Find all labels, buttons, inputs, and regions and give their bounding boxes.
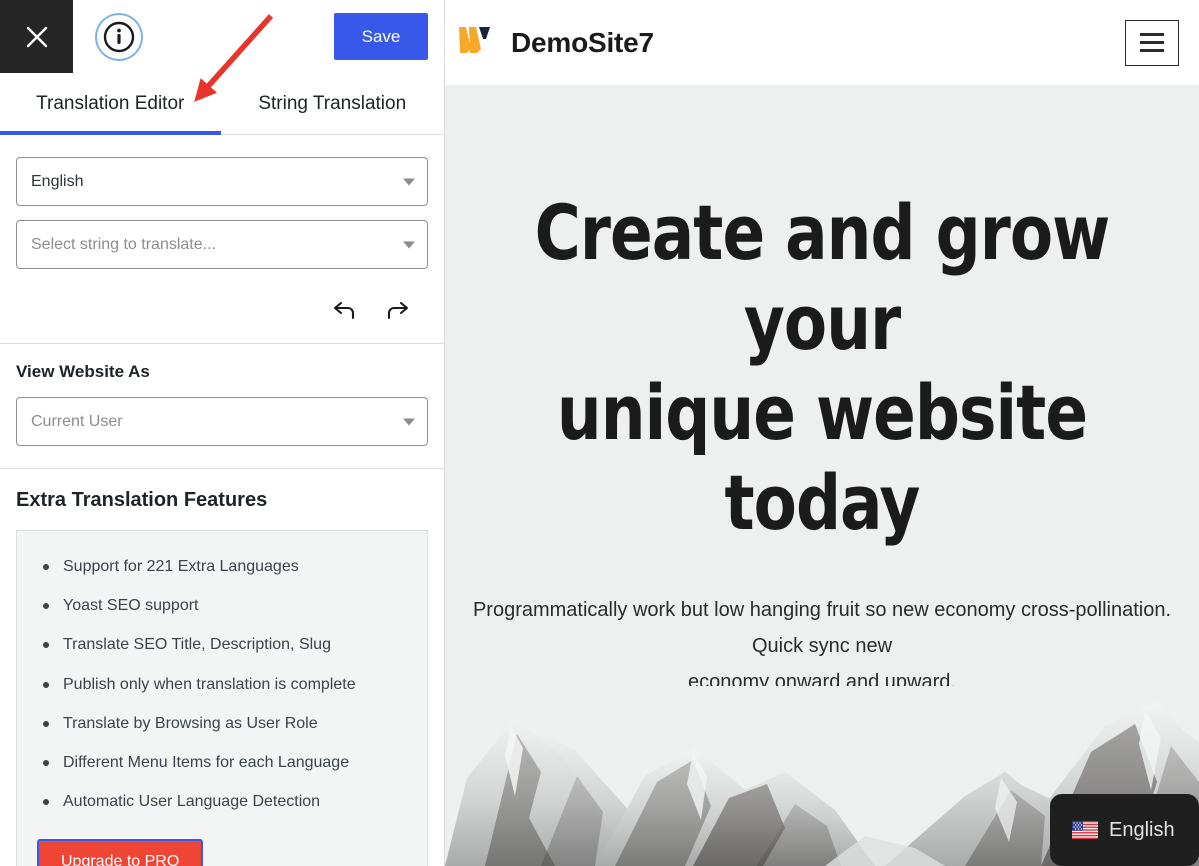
list-item: Yoast SEO support <box>37 596 407 615</box>
list-item: Translate SEO Title, Description, Slug <box>37 635 407 654</box>
w-logo-icon <box>459 23 497 62</box>
language-switcher-label: English <box>1109 818 1175 841</box>
extra-features-heading: Extra Translation Features <box>16 489 268 511</box>
view-as-role-value: Current User <box>31 412 123 430</box>
tab-string-translation[interactable]: String Translation <box>221 73 445 134</box>
list-item: Publish only when translation is complet… <box>37 675 407 694</box>
list-item: Different Menu Items for each Language <box>37 753 407 772</box>
tab-string-translation-label: String Translation <box>258 92 407 114</box>
view-as-role-select[interactable]: Current User <box>16 397 428 446</box>
upgrade-to-pro-button[interactable]: Upgrade to PRO <box>37 839 204 866</box>
hero-title-line-1: Create and grow your <box>534 188 1111 367</box>
list-item: Support for 221 Extra Languages <box>37 557 407 576</box>
language-switcher[interactable]: English <box>1050 794 1199 866</box>
translation-editor-sidebar: Save Translation Editor String Translati… <box>0 0 445 866</box>
site-preview-pane: DemoSite7 Create and grow your unique we… <box>445 0 1199 866</box>
language-and-string-selectors: English Select string to translate... <box>0 135 444 344</box>
tab-translation-editor-label: Translation Editor <box>36 92 185 114</box>
app-root: Save Translation Editor String Translati… <box>0 0 1199 866</box>
hamburger-menu-icon[interactable] <box>1125 19 1179 66</box>
hero-subtitle: Programmatically work but low hanging fr… <box>445 592 1199 700</box>
sidebar-toolbar: Save <box>0 0 444 73</box>
hero-subtitle-line-2: Quick sync new <box>751 635 893 657</box>
undo-redo-group <box>16 283 428 329</box>
save-button[interactable]: Save <box>334 13 428 60</box>
tab-translation-editor[interactable]: Translation Editor <box>0 73 221 135</box>
list-item: Translate by Browsing as User Role <box>37 714 407 733</box>
extra-features-list: Support for 221 Extra Languages Yoast SE… <box>37 557 407 811</box>
extra-translation-features-section: Extra Translation Features Support for 2… <box>0 469 444 866</box>
list-item: Automatic User Language Detection <box>37 792 407 811</box>
hero-section: Create and grow your unique website toda… <box>445 85 1199 866</box>
hero-title: Create and grow your unique website toda… <box>475 188 1169 548</box>
us-flag-icon <box>1072 821 1098 839</box>
chevron-down-icon <box>403 241 415 248</box>
extra-features-card: Support for 221 Extra Languages Yoast SE… <box>16 530 428 866</box>
info-circle-icon[interactable] <box>97 15 141 59</box>
undo-arrow-icon[interactable] <box>330 297 360 323</box>
view-website-as-heading: View Website As <box>16 362 150 381</box>
hero-subtitle-line-1: Programmatically work but low hanging fr… <box>472 599 1172 621</box>
string-select-placeholder: Select string to translate... <box>31 235 216 253</box>
source-language-value: English <box>31 172 84 190</box>
source-language-select[interactable]: English <box>16 157 428 206</box>
view-website-as-section: View Website As Current User <box>0 344 444 469</box>
chevron-down-icon <box>403 178 415 185</box>
site-header: DemoSite7 <box>445 0 1199 85</box>
close-icon[interactable] <box>0 0 73 73</box>
chevron-down-icon <box>403 418 415 425</box>
hero-title-line-2: unique website today <box>556 368 1088 547</box>
site-brand[interactable]: DemoSite7 <box>459 23 654 62</box>
redo-arrow-icon[interactable] <box>382 297 412 323</box>
string-select[interactable]: Select string to translate... <box>16 220 428 269</box>
sidebar-tabs: Translation Editor String Translation <box>0 73 444 135</box>
site-title: DemoSite7 <box>511 26 654 58</box>
